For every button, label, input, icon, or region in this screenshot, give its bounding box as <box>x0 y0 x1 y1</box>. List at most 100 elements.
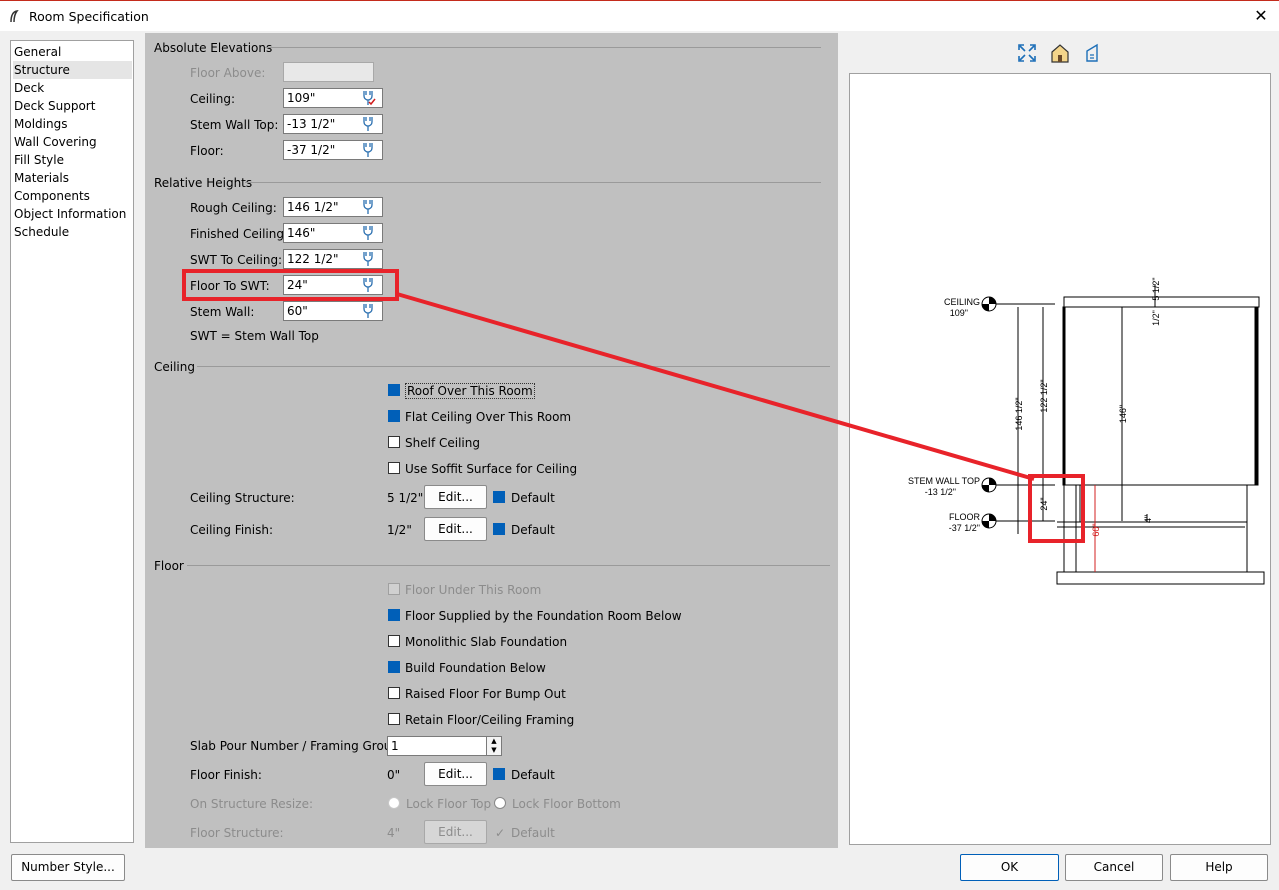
soffit-label[interactable]: Use Soffit Surface for Ceiling <box>405 462 577 476</box>
app-logo-icon <box>10 9 19 23</box>
dim-finish: 1/2" <box>1151 310 1161 326</box>
roof-over-checkbox[interactable] <box>388 384 400 396</box>
ceiling-structure-value: 5 1/2" <box>387 491 424 505</box>
ok-button[interactable]: OK <box>960 854 1059 881</box>
preview-canvas: CEILING 109" STEM WALL TOP -13 1/2" FLOO… <box>849 73 1271 845</box>
roof-over-label[interactable]: Roof Over This Room <box>405 383 535 399</box>
elevation-view-icon[interactable] <box>1083 43 1103 63</box>
stepper-down-icon[interactable]: ▼ <box>487 746 501 755</box>
wrench-icon[interactable] <box>360 199 376 215</box>
flat-ceiling-label[interactable]: Flat Ceiling Over This Room <box>405 410 571 424</box>
floor-label: Floor: <box>190 144 224 158</box>
soffit-checkbox[interactable] <box>388 462 400 474</box>
section-title-floor: Floor <box>154 559 184 573</box>
stem-wall-label: Stem Wall: <box>190 305 255 319</box>
floor-structure-value: 4" <box>387 826 401 840</box>
divider <box>265 47 821 48</box>
build-foundation-label[interactable]: Build Foundation Below <box>405 661 546 675</box>
dim-finished-ceiling: 146" <box>1118 405 1128 423</box>
raised-floor-label[interactable]: Raised Floor For Bump Out <box>405 687 566 701</box>
slab-pour-field[interactable]: 1 <box>387 736 487 756</box>
sidebar-item-wall-covering[interactable]: Wall Covering <box>13 133 132 151</box>
help-button[interactable]: Help <box>1170 854 1268 881</box>
ceiling-structure-default-checkbox[interactable] <box>493 491 505 503</box>
title-bar: Room Specification ✕ <box>0 0 1279 31</box>
ceiling-finish-value: 1/2" <box>387 523 412 537</box>
dim-top-thickness: 5 1/2" <box>1151 277 1161 300</box>
window-title: Room Specification <box>29 9 149 24</box>
monolithic-slab-checkbox[interactable] <box>388 635 400 647</box>
wrench-icon[interactable] <box>360 225 376 241</box>
monolithic-slab-label[interactable]: Monolithic Slab Foundation <box>405 635 567 649</box>
floor-finish-edit-button[interactable]: Edit... <box>424 762 487 786</box>
ceiling-finish-label: Ceiling Finish: <box>190 523 274 537</box>
ceiling-marker-value: 109" <box>950 308 968 318</box>
highlight-box <box>1028 474 1085 543</box>
raised-floor-checkbox[interactable] <box>388 687 400 699</box>
floor-supplied-label[interactable]: Floor Supplied by the Foundation Room Be… <box>405 609 682 623</box>
sidebar-item-components[interactable]: Components <box>13 187 132 205</box>
dim-slab: 4" <box>1143 515 1153 523</box>
floor-structure-default-label: Default <box>511 826 555 840</box>
floor-finish-label: Floor Finish: <box>190 768 262 782</box>
wrench-icon[interactable] <box>360 142 376 158</box>
lock-floor-bottom-radio <box>494 797 506 809</box>
wrench-icon[interactable] <box>360 303 376 319</box>
stem-wall <box>1079 484 1248 523</box>
ceiling-structure-edit-button[interactable]: Edit... <box>424 485 487 509</box>
footing <box>1056 571 1265 585</box>
structure-panel: Absolute Elevations Floor Above: Ceiling… <box>145 33 838 848</box>
lock-floor-bottom-label: Lock Floor Bottom <box>512 797 621 811</box>
floor-structure-edit-button: Edit... <box>424 820 487 844</box>
sidebar-item-materials[interactable]: Materials <box>13 169 132 187</box>
number-style-button[interactable]: Number Style... <box>11 854 125 881</box>
wrench-icon[interactable] <box>360 116 376 132</box>
floor-structure-label: Floor Structure: <box>190 826 284 840</box>
sidebar-item-deck[interactable]: Deck <box>13 79 132 97</box>
floor-finish-default-checkbox[interactable] <box>493 768 505 780</box>
sidebar-item-fill-style[interactable]: Fill Style <box>13 151 132 169</box>
close-icon[interactable]: ✕ <box>1250 5 1272 27</box>
sidebar-item-deck-support[interactable]: Deck Support <box>13 97 132 115</box>
retain-framing-label[interactable]: Retain Floor/Ceiling Framing <box>405 713 574 727</box>
section-title-relative: Relative Heights <box>154 176 253 190</box>
section-title-absolute: Absolute Elevations <box>154 41 273 55</box>
sidebar-item-general[interactable]: General <box>13 43 132 61</box>
stem-wall-top-label: Stem Wall Top: <box>190 118 279 132</box>
floor-above-field <box>283 62 374 82</box>
slab-pour-stepper[interactable]: ▲ ▼ <box>486 736 502 756</box>
ceiling-finish-edit-button[interactable]: Edit... <box>424 517 487 541</box>
floor-finish-value: 0" <box>387 768 401 782</box>
floor-supplied-checkbox[interactable] <box>388 609 400 621</box>
ceiling-finish-default-label: Default <box>511 523 555 537</box>
stem-wall-marker-value: -13 1/2" <box>925 487 956 497</box>
wrench-icon[interactable] <box>360 251 376 267</box>
sidebar-item-schedule[interactable]: Schedule <box>13 223 132 241</box>
sidebar-nav: General Structure Deck Deck Support Moldings… <box>10 40 134 843</box>
floor-marker-value: -37 1/2" <box>949 523 980 533</box>
fit-view-icon[interactable] <box>1017 43 1037 63</box>
sidebar-item-object-information[interactable]: Object Information <box>13 205 132 223</box>
divider <box>197 366 830 367</box>
slab-pour-label: Slab Pour Number / Framing Group: <box>190 739 404 753</box>
retain-framing-checkbox[interactable] <box>388 713 400 725</box>
house-view-icon[interactable] <box>1049 42 1071 64</box>
flat-ceiling-checkbox[interactable] <box>388 410 400 422</box>
build-foundation-checkbox[interactable] <box>388 661 400 673</box>
roof-slab <box>1063 296 1260 308</box>
shelf-ceiling-label[interactable]: Shelf Ceiling <box>405 436 480 450</box>
ceiling-structure-label: Ceiling Structure: <box>190 491 295 505</box>
divider <box>187 565 830 566</box>
ceiling-finish-default-checkbox[interactable] <box>493 523 505 535</box>
sidebar-item-moldings[interactable]: Moldings <box>13 115 132 133</box>
cancel-button[interactable]: Cancel <box>1065 854 1163 881</box>
rough-ceiling-label: Rough Ceiling: <box>190 201 277 215</box>
sidebar-item-structure[interactable]: Structure <box>13 61 132 79</box>
stepper-up-icon[interactable]: ▲ <box>487 737 501 746</box>
swt-to-ceiling-label: SWT To Ceiling: <box>190 253 283 267</box>
section-diagram: CEILING 109" STEM WALL TOP -13 1/2" FLOO… <box>908 277 1265 585</box>
wrench-check-icon[interactable] <box>360 90 376 106</box>
swt-note: SWT = Stem Wall Top <box>190 329 319 343</box>
shelf-ceiling-checkbox[interactable] <box>388 436 400 448</box>
dim-swt-ceiling: 122 1/2" <box>1039 379 1049 412</box>
